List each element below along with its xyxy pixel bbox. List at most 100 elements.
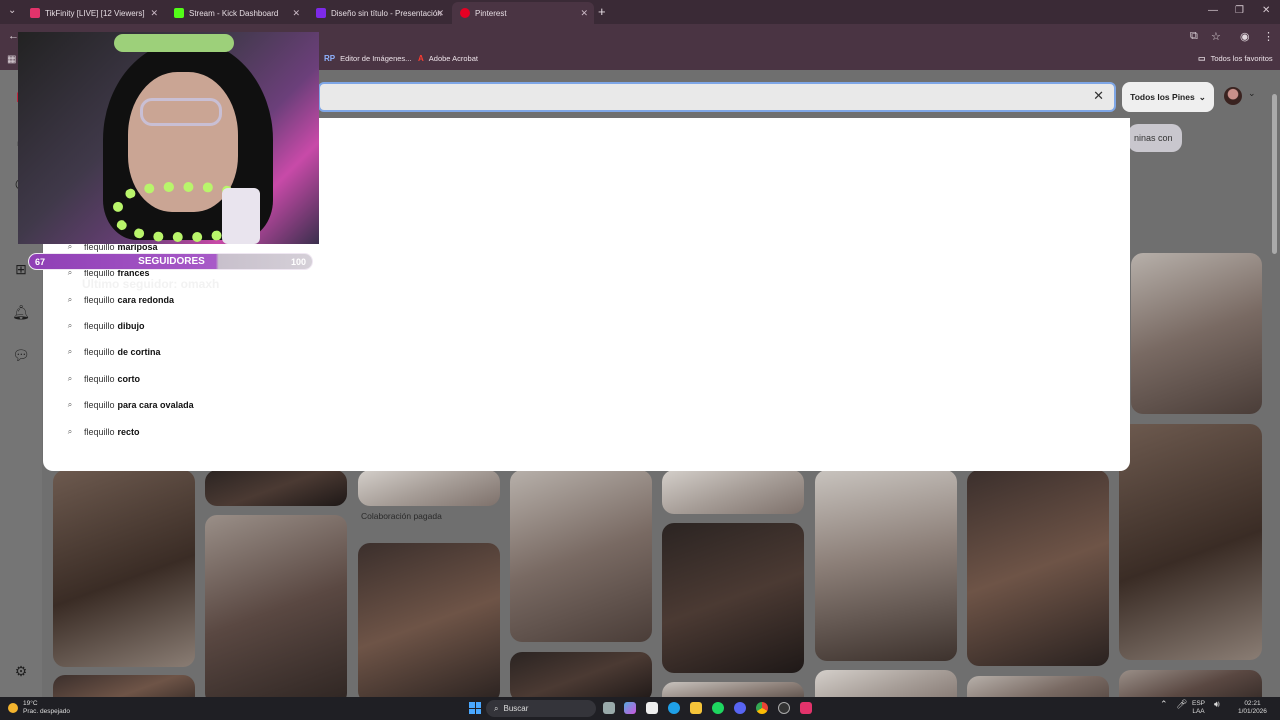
tab-pinterest[interactable]: Pinterest ✕ — [452, 2, 594, 24]
apps-grid-icon[interactable]: ▦ — [7, 54, 16, 65]
suggestion-prefix: flequillo — [84, 427, 115, 437]
keyboard-layout: LAA — [1192, 708, 1205, 715]
tab-close-icon[interactable]: ✕ — [580, 8, 588, 19]
avatar[interactable] — [1224, 87, 1242, 105]
bookmark-all-favorites[interactable]: ▭ Todos los favoritos — [1198, 54, 1273, 63]
tab-title: Stream - Kick Dashboard — [189, 8, 279, 18]
windows-start-icon[interactable] — [469, 702, 481, 714]
pin-image[interactable] — [1119, 670, 1262, 697]
pin-image[interactable] — [662, 470, 804, 514]
volume-icon[interactable]: 🔊︎ — [1214, 700, 1220, 709]
pin-image[interactable] — [967, 470, 1109, 666]
minimize-icon[interactable]: — — [1208, 5, 1218, 16]
pin-image[interactable] — [53, 675, 195, 697]
suggestion-suffix: dibujo — [117, 321, 145, 331]
bookmark-label: Todos los favoritos — [1210, 54, 1273, 63]
bookmark-star-icon[interactable]: ☆ — [1211, 30, 1221, 43]
pin-image[interactable] — [358, 470, 500, 506]
settings-gear-icon[interactable]: ⚙ — [12, 662, 30, 680]
maximize-icon[interactable]: ❐ — [1235, 5, 1244, 16]
search-icon: ⌕ — [494, 703, 499, 713]
follower-goal-bar: 67 SEGUIDORES 100 — [28, 253, 313, 270]
pin-image[interactable] — [358, 543, 500, 697]
chrome-icon[interactable] — [756, 702, 768, 714]
tab-close-icon[interactable]: ✕ — [292, 8, 300, 19]
new-tab-icon[interactable]: + — [598, 4, 606, 19]
tab-kick[interactable]: Stream - Kick Dashboard ✕ — [166, 2, 306, 24]
clock[interactable]: 02:21 1/01/2026 — [1238, 700, 1267, 716]
tab-search-icon[interactable]: ⌄ — [8, 5, 16, 16]
discord-icon[interactable] — [734, 702, 746, 714]
copilot-icon[interactable] — [624, 702, 636, 714]
spotify-icon[interactable] — [712, 702, 724, 714]
tab-close-icon[interactable]: ✕ — [436, 8, 444, 19]
tab-tikfinity[interactable]: TikFinity [LIVE] [12 Viewers] ✕ — [22, 2, 164, 24]
store-icon[interactable] — [646, 702, 658, 714]
suggestion-prefix: flequillo — [84, 321, 115, 331]
tray-overflow-icon[interactable]: ⌃ — [1160, 700, 1168, 709]
taskbar-search[interactable]: ⌕ Buscar — [486, 700, 596, 717]
pin-image[interactable] — [510, 470, 652, 642]
suggestion-prefix: flequillo — [84, 295, 115, 305]
file-explorer-icon[interactable] — [690, 702, 702, 714]
tiktok-icon[interactable] — [800, 702, 812, 714]
pin-image[interactable] — [510, 652, 652, 697]
pin-image[interactable] — [1119, 424, 1262, 660]
suggestion-item[interactable]: ⌕ flequillo corto — [63, 370, 140, 388]
profile-icon[interactable]: ◉ — [1240, 30, 1250, 43]
search-icon: ⌕ — [67, 374, 73, 383]
suggestion-item[interactable]: ⌕ flequillo para cara ovalada — [63, 396, 194, 414]
search-icon: ⌕ — [67, 427, 73, 436]
suggestion-item[interactable]: ⌕ flequillo dibujo — [63, 317, 145, 335]
messages-icon[interactable]: 💬︎ — [12, 346, 30, 364]
bookmark-image-editor[interactable]: RP Editor de Imágenes... — [324, 54, 411, 63]
obs-icon[interactable] — [778, 702, 790, 714]
acrobat-icon: A — [418, 54, 424, 63]
pin-image[interactable] — [205, 470, 347, 506]
suggestion-item[interactable]: ⌕ flequillo de cortina — [63, 343, 161, 361]
suggestion-item[interactable]: ⌕ flequillo cara redonda — [63, 291, 174, 309]
task-view-icon[interactable] — [603, 702, 615, 714]
related-search-chip[interactable]: ninas con — [1128, 124, 1182, 152]
cast-icon[interactable]: ⧉ — [1190, 30, 1198, 43]
account-chevron-down-icon[interactable]: ⌄ — [1248, 88, 1256, 99]
pin-image[interactable] — [1131, 253, 1262, 414]
clock-time: 02:21 — [1244, 700, 1261, 707]
weather-temperature: 19°C — [23, 700, 38, 707]
pin-image[interactable] — [967, 676, 1109, 697]
bookmark-adobe-acrobat[interactable]: A Adobe Acrobat — [418, 54, 478, 63]
windows-taskbar: 19°C Prac. despejado ⌕ Buscar ⌃ 🎤︎ ESP L… — [0, 697, 1280, 720]
tab-title: Pinterest — [475, 8, 507, 18]
clear-search-icon[interactable]: ✕ — [1093, 88, 1104, 104]
pin-image[interactable] — [815, 670, 957, 697]
clock-date: 1/01/2026 — [1238, 708, 1267, 715]
suggestion-item[interactable]: ⌕ flequillo recto — [63, 423, 140, 441]
weather-description: Prac. despejado — [23, 708, 70, 715]
pin-image[interactable] — [53, 470, 195, 667]
screen: ⌄ TikFinity [LIVE] [12 Viewers] ✕ Stream… — [0, 0, 1280, 720]
pin-filter-dropdown[interactable]: Todos los Pines ⌄ — [1122, 82, 1214, 112]
menu-kebab-icon[interactable]: ⋮ — [1263, 30, 1274, 43]
weather-widget[interactable]: 19°C Prac. despejado — [8, 700, 70, 716]
webcam-cup — [222, 188, 260, 244]
pin-image[interactable] — [662, 682, 804, 697]
pin-image[interactable] — [815, 470, 957, 661]
edge-icon[interactable] — [668, 702, 680, 714]
tab-canva[interactable]: Diseño sin título - Presentación ✕ — [308, 2, 450, 24]
tab-close-icon[interactable]: ✕ — [150, 8, 158, 19]
paid-collaboration-label: Colaboración pagada — [361, 511, 442, 521]
page-scrollbar[interactable] — [1272, 94, 1277, 254]
search-input[interactable]: ✕ — [318, 82, 1116, 112]
language-indicator[interactable]: ESP LAA — [1192, 700, 1205, 716]
notifications-bell-icon[interactable]: 🔔︎ — [12, 303, 30, 321]
microphone-icon[interactable]: 🎤︎ — [1176, 700, 1187, 709]
suggestion-prefix: flequillo — [84, 374, 115, 384]
folder-icon: ▭ — [1198, 54, 1206, 63]
search-icon: ⌕ — [67, 295, 73, 304]
suggestion-prefix: flequillo — [84, 400, 115, 410]
close-window-icon[interactable]: ✕ — [1262, 5, 1270, 16]
pin-image[interactable] — [205, 515, 347, 697]
kick-favicon-icon — [174, 8, 184, 18]
pin-image[interactable] — [662, 523, 804, 673]
language-code: ESP — [1192, 700, 1206, 707]
